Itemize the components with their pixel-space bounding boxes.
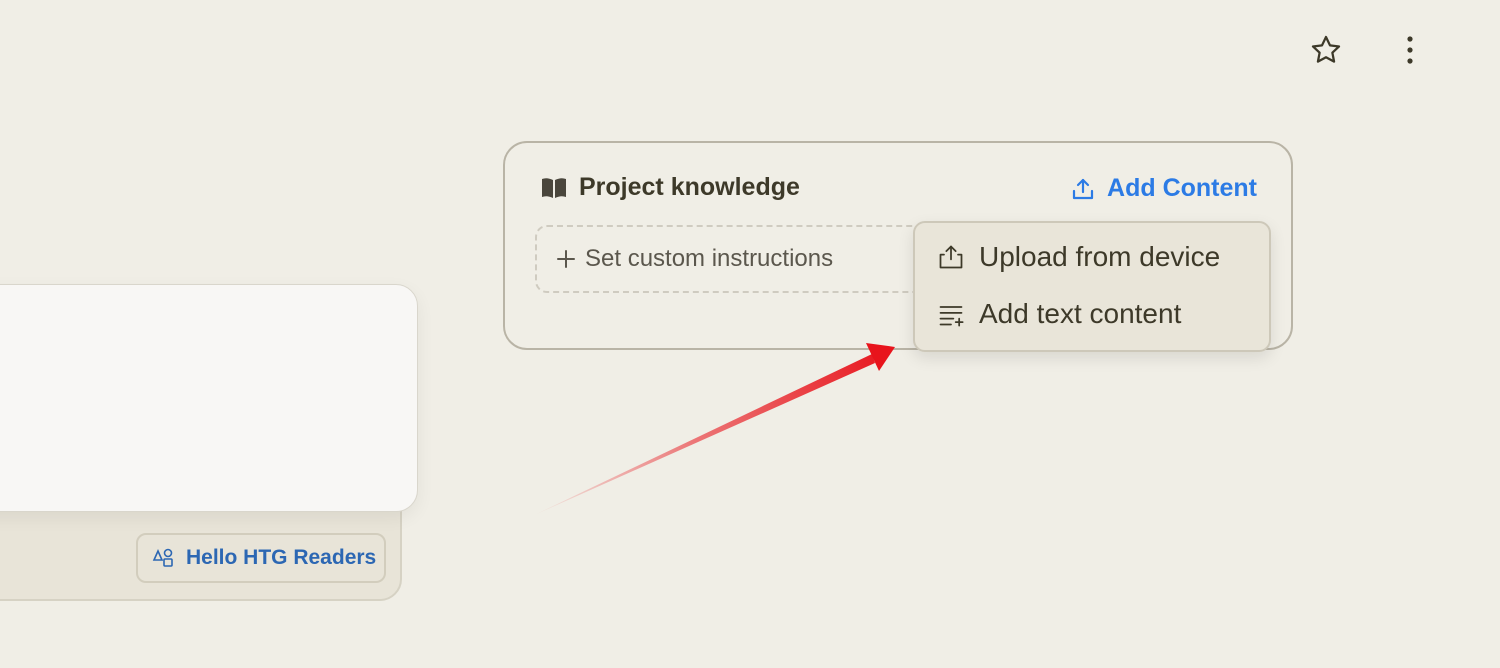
menu-item-label: Add text content <box>979 298 1182 329</box>
add-content-menu: Upload from device Add text content <box>913 221 1271 352</box>
shapes-icon <box>152 548 173 567</box>
plus-icon <box>557 250 575 268</box>
instructions-label: Set custom instructions <box>585 245 834 272</box>
project-knowledge-title: Project knowledge <box>579 173 800 201</box>
list-add-icon <box>939 306 964 327</box>
chat-input[interactable] <box>0 284 418 512</box>
set-custom-instructions-button[interactable]: Set custom instructions <box>535 225 935 293</box>
upload-icon <box>1072 178 1094 199</box>
vertical-dots-icon <box>1407 36 1413 64</box>
add-content-button[interactable]: Add Content <box>1071 174 1257 203</box>
menu-item-add-text-content[interactable]: Add text content <box>937 298 1181 330</box>
style-chip-label: Hello HTG Readers <box>186 546 377 569</box>
menu-item-upload-from-device[interactable]: Upload from device <box>937 241 1220 273</box>
book-icon <box>542 177 566 198</box>
upload-tray-icon <box>939 245 963 269</box>
add-content-label: Add Content <box>1107 174 1257 202</box>
favorite-button[interactable] <box>1308 30 1344 70</box>
more-options-button[interactable] <box>1392 30 1428 70</box>
menu-item-label: Upload from device <box>979 241 1221 272</box>
header-actions <box>1308 30 1428 70</box>
style-chip[interactable]: Hello HTG Readers <box>136 533 386 583</box>
project-knowledge-header: Project knowledge <box>541 173 800 202</box>
star-icon <box>1311 35 1341 63</box>
